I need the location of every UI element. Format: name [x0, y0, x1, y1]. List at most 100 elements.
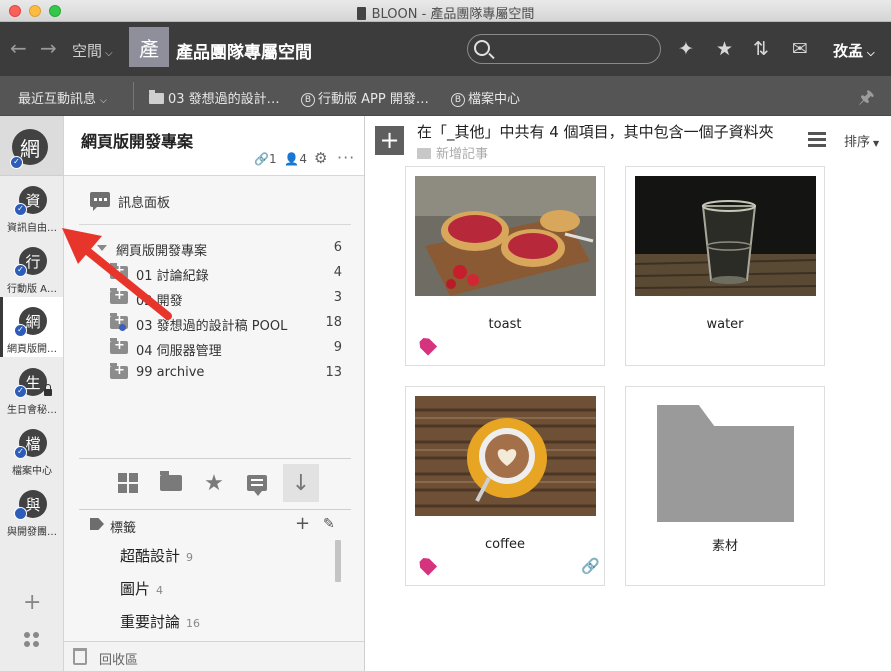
file-card-toast[interactable]: toast [405, 166, 605, 366]
workspace-item-info-freedom[interactable]: 資 ✓ 資訊自由… [0, 176, 63, 236]
tab-folders[interactable] [153, 464, 189, 502]
tag-item[interactable]: 超酷設計 9 [120, 545, 193, 565]
breadcrumb-label: 檔案中心 [468, 92, 521, 107]
more-icon[interactable]: ··· [337, 148, 355, 167]
tree-item-root[interactable]: 網頁版開發專案 6 [64, 237, 364, 259]
divider [79, 509, 351, 510]
tag-name: 圖片 [120, 580, 151, 598]
list-view-icon[interactable] [808, 132, 826, 148]
grid-icon [118, 473, 138, 493]
tree-item-folder[interactable]: 01 討論紀錄 4 [64, 262, 364, 284]
tab-downloads[interactable]: ↓ [283, 464, 319, 502]
breadcrumb-item-file-center[interactable]: B 檔案中心 [451, 88, 520, 107]
tree-item-label: 網頁版開發專案 [116, 244, 208, 259]
tags-scrollbar[interactable] [335, 540, 341, 582]
sort-arrows-icon[interactable]: ⇅ [753, 38, 769, 60]
link-icon[interactable]: 🔗 [581, 557, 600, 575]
folder-card-materials[interactable]: 素材 [625, 386, 825, 586]
mail-icon[interactable]: ✉ [792, 38, 808, 60]
breadcrumb-item-mobile-app[interactable]: B 行動版 APP 開發… [301, 88, 429, 107]
workspace-item-birthday[interactable]: 生 ✓ 生日會秘… [0, 358, 63, 418]
breadcrumb-label: 03 發想過的設計… [168, 92, 280, 107]
folder-icon [110, 263, 128, 279]
space-menu[interactable]: 空間 ⌵ [72, 40, 113, 61]
workspace-item-mobile[interactable]: 行 ✓ 行動版 A… [0, 237, 63, 297]
caret-down-icon[interactable] [97, 245, 107, 251]
back-arrow-icon[interactable]: ← [10, 36, 27, 60]
check-badge-icon: ✓ [14, 264, 27, 277]
tree-item-folder[interactable]: 99 archive 13 [64, 362, 364, 384]
workspace-item-dev-team[interactable]: 與 與開發團… [0, 480, 63, 540]
trash-bar[interactable]: 回收區 [64, 641, 364, 671]
search-icon [474, 40, 490, 56]
members-icon[interactable]: 👤 [284, 152, 299, 166]
apps-grid-icon[interactable] [24, 632, 40, 648]
tag-item[interactable]: 圖片 4 [120, 578, 163, 598]
folder-icon [149, 90, 164, 104]
tag-icon[interactable] [417, 555, 438, 576]
check-badge-icon: ✓ [14, 203, 27, 216]
edit-pencil-icon[interactable]: ✎ [323, 516, 335, 532]
coffee-image [415, 396, 596, 516]
search-box[interactable] [467, 34, 661, 64]
folder-icon [160, 471, 182, 491]
tab-starred[interactable]: ★ [196, 464, 232, 502]
tree-item-folder[interactable]: 04 伺服器管理 9 [64, 337, 364, 359]
file-card-water[interactable]: water [625, 166, 825, 366]
sort-menu[interactable]: 排序 ▼ [844, 131, 879, 150]
new-note-link[interactable]: 新增記事 [417, 143, 488, 162]
search-input[interactable] [498, 39, 648, 59]
gear-icon[interactable]: ⚙ [314, 149, 327, 167]
star-icon[interactable]: ★ [716, 38, 733, 60]
workspace-rail: 網 ✓ 資 ✓ 資訊自由… 行 ✓ 行動版 A… 網 ✓ 網頁版開… 生 ✓ 生… [0, 116, 64, 671]
chevron-down-icon: ⌵ [105, 48, 113, 59]
tags-label: 標籤 [110, 521, 137, 536]
footprints-icon[interactable]: ✦ [678, 38, 694, 60]
link-icon: 🔗 [254, 152, 269, 166]
tag-item[interactable]: 重要討論 16 [120, 611, 200, 631]
pin-icon[interactable]: 🖈 [858, 85, 875, 115]
user-menu[interactable]: 孜孟 ⌵ [833, 40, 875, 61]
tab-grid[interactable] [110, 464, 146, 502]
workspace-item-file-center[interactable]: 檔 ✓ 檔案中心 [0, 419, 63, 479]
tree-item-folder[interactable]: 02 開發 3 [64, 287, 364, 309]
file-card-coffee[interactable]: coffee 🔗 [405, 386, 605, 586]
tree-item-count: 13 [325, 365, 342, 380]
link-count: 1 [268, 152, 277, 166]
tag-icon[interactable] [417, 335, 438, 356]
recent-messages-menu[interactable]: 最近互動訊息 ⌵ [18, 88, 107, 107]
check-badge-icon: ✓ [14, 385, 27, 398]
add-workspace-button[interactable]: + [23, 590, 41, 615]
tree-item-count: 18 [325, 315, 342, 330]
tree-item-count: 6 [333, 240, 342, 255]
tag-name: 重要討論 [120, 613, 181, 631]
divider [133, 82, 134, 110]
tree-item-count: 4 [333, 265, 342, 280]
water-image [635, 176, 816, 296]
tree-item-folder[interactable]: 03 發想過的設計稿 POOL 18 [64, 312, 364, 334]
tab-comments[interactable] [239, 464, 275, 502]
current-workspace[interactable]: 網 ✓ [0, 116, 63, 176]
tag-count: 16 [186, 617, 201, 630]
check-badge-icon: ✓ [14, 446, 27, 459]
new-note-label: 新增記事 [436, 147, 489, 162]
breadcrumb-item-design-pool[interactable]: 03 發想過的設計… [149, 88, 280, 107]
user-name: 孜孟 [833, 42, 864, 60]
tree-item-label: 99 archive [136, 365, 205, 380]
note-icon [417, 148, 431, 159]
add-item-button[interactable]: + [375, 126, 404, 155]
star-icon: ★ [204, 470, 224, 496]
space-avatar[interactable]: 產 [129, 27, 169, 67]
card-caption: water [706, 317, 744, 332]
forward-arrow-icon[interactable]: → [40, 36, 57, 60]
breadcrumb-label: 行動版 APP 開發… [318, 92, 429, 107]
shared-folder-icon [110, 313, 128, 331]
workspace-label: 網頁版開… [7, 344, 57, 355]
chevron-down-icon: ⌵ [867, 48, 875, 59]
caret-down-icon: ▼ [873, 139, 880, 148]
workspace-item-web[interactable]: 網 ✓ 網頁版開… [0, 297, 63, 357]
card-caption: 素材 [711, 539, 738, 554]
workspace-label: 行動版 A… [6, 284, 58, 295]
add-tag-button[interactable]: + [295, 513, 310, 534]
folder-icon [110, 338, 128, 354]
